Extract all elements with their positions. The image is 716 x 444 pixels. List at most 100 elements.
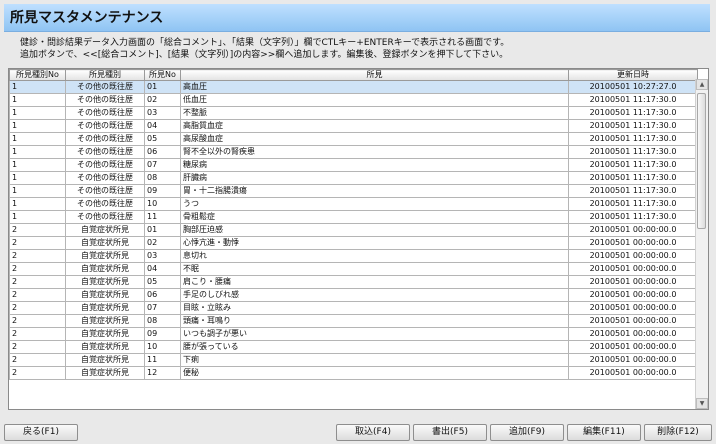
cell-updated[interactable]: 20100501 11:17:30.0 — [568, 145, 698, 159]
cell-type[interactable]: 自覚症状所見 — [65, 288, 145, 302]
cell-type[interactable]: その他の既往歴 — [65, 145, 145, 159]
cell-type-no[interactable]: 2 — [9, 353, 66, 367]
cell-type[interactable]: その他の既往歴 — [65, 171, 145, 185]
column-header-updated[interactable]: 更新日時 — [568, 69, 698, 81]
cell-finding[interactable]: 頭痛・耳鳴り — [180, 314, 569, 328]
vertical-scrollbar[interactable]: ▲ ▼ — [695, 79, 708, 409]
table-row[interactable]: 2 自覚症状所見 05 肩こり・腰痛 20100501 00:00:00.0 — [9, 275, 698, 289]
cell-finding[interactable]: 目眩・立眩み — [180, 301, 569, 315]
cell-type-no[interactable]: 2 — [9, 275, 66, 289]
cell-updated[interactable]: 20100501 00:00:00.0 — [568, 223, 698, 237]
cell-type[interactable]: その他の既往歴 — [65, 93, 145, 107]
export-button[interactable]: 書出(F5) — [413, 424, 487, 441]
cell-type[interactable]: 自覚症状所見 — [65, 366, 145, 380]
cell-updated[interactable]: 20100501 00:00:00.0 — [568, 288, 698, 302]
cell-updated[interactable]: 20100501 00:00:00.0 — [568, 249, 698, 263]
delete-button[interactable]: 削除(F12) — [644, 424, 712, 441]
cell-type[interactable]: その他の既往歴 — [65, 106, 145, 120]
cell-no[interactable]: 09 — [144, 184, 181, 198]
scrollbar-thumb[interactable] — [697, 93, 706, 229]
cell-finding[interactable]: 肩こり・腰痛 — [180, 275, 569, 289]
cell-finding[interactable]: 胃・十二指腸潰瘍 — [180, 184, 569, 198]
cell-no[interactable]: 01 — [144, 80, 181, 94]
table-row[interactable]: 1 その他の既往歴 03 不整脈 20100501 11:17:30.0 — [9, 106, 698, 120]
column-header-type[interactable]: 所見種別 — [65, 69, 145, 81]
cell-no[interactable]: 04 — [144, 262, 181, 276]
table-row[interactable]: 2 自覚症状所見 02 心悸亢進・動悸 20100501 00:00:00.0 — [9, 236, 698, 250]
cell-updated[interactable]: 20100501 00:00:00.0 — [568, 262, 698, 276]
cell-updated[interactable]: 20100501 00:00:00.0 — [568, 301, 698, 315]
cell-type[interactable]: その他の既往歴 — [65, 119, 145, 133]
cell-finding[interactable]: 息切れ — [180, 249, 569, 263]
cell-finding[interactable]: 心悸亢進・動悸 — [180, 236, 569, 250]
cell-type[interactable]: その他の既往歴 — [65, 158, 145, 172]
cell-no[interactable]: 12 — [144, 366, 181, 380]
cell-type-no[interactable]: 2 — [9, 288, 66, 302]
cell-finding[interactable]: いつも調子が悪い — [180, 327, 569, 341]
cell-type-no[interactable]: 2 — [9, 340, 66, 354]
table-row[interactable]: 2 自覚症状所見 01 胸部圧迫感 20100501 00:00:00.0 — [9, 223, 698, 237]
table-row[interactable]: 2 自覚症状所見 04 不眠 20100501 00:00:00.0 — [9, 262, 698, 276]
cell-no[interactable]: 08 — [144, 314, 181, 328]
cell-updated[interactable]: 20100501 00:00:00.0 — [568, 366, 698, 380]
cell-finding[interactable]: 手足のしびれ感 — [180, 288, 569, 302]
cell-type[interactable]: 自覚症状所見 — [65, 223, 145, 237]
cell-no[interactable]: 06 — [144, 288, 181, 302]
cell-type-no[interactable]: 2 — [9, 327, 66, 341]
cell-updated[interactable]: 20100501 00:00:00.0 — [568, 275, 698, 289]
table-row[interactable]: 1 その他の既往歴 04 高脂質血症 20100501 11:17:30.0 — [9, 119, 698, 133]
cell-finding[interactable]: 腎不全以外の腎疾患 — [180, 145, 569, 159]
cell-no[interactable]: 11 — [144, 353, 181, 367]
cell-no[interactable]: 03 — [144, 249, 181, 263]
cell-updated[interactable]: 20100501 11:17:30.0 — [568, 197, 698, 211]
cell-type[interactable]: 自覚症状所見 — [65, 301, 145, 315]
column-header-type-no[interactable]: 所見種別No — [9, 69, 66, 81]
cell-type-no[interactable]: 2 — [9, 262, 66, 276]
cell-updated[interactable]: 20100501 10:27:27.0 — [568, 80, 698, 94]
cell-finding[interactable]: 骨粗鬆症 — [180, 210, 569, 224]
cell-type-no[interactable]: 2 — [9, 236, 66, 250]
cell-type-no[interactable]: 1 — [9, 119, 66, 133]
cell-finding[interactable]: 下痢 — [180, 353, 569, 367]
table-row[interactable]: 1 その他の既往歴 06 腎不全以外の腎疾患 20100501 11:17:30.0 — [9, 145, 698, 159]
add-button[interactable]: 追加(F9) — [490, 424, 564, 441]
cell-type-no[interactable]: 2 — [9, 366, 66, 380]
cell-type-no[interactable]: 1 — [9, 80, 66, 94]
import-button[interactable]: 取込(F4) — [336, 424, 410, 441]
cell-updated[interactable]: 20100501 11:17:30.0 — [568, 106, 698, 120]
cell-no[interactable]: 02 — [144, 93, 181, 107]
cell-type-no[interactable]: 1 — [9, 197, 66, 211]
cell-finding[interactable]: 高尿酸血症 — [180, 132, 569, 146]
cell-no[interactable]: 10 — [144, 197, 181, 211]
table-row[interactable]: 1 その他の既往歴 05 高尿酸血症 20100501 11:17:30.0 — [9, 132, 698, 146]
edit-button[interactable]: 編集(F11) — [567, 424, 641, 441]
findings-grid[interactable]: 所見種別No 所見種別 所見No 所見 更新日時 1 その他の既往歴 01 高血圧 20… — [8, 68, 709, 410]
cell-finding[interactable]: 腰が張っている — [180, 340, 569, 354]
cell-updated[interactable]: 20100501 11:17:30.0 — [568, 93, 698, 107]
cell-type-no[interactable]: 1 — [9, 210, 66, 224]
table-row[interactable]: 2 自覚症状所見 11 下痢 20100501 00:00:00.0 — [9, 353, 698, 367]
cell-updated[interactable]: 20100501 00:00:00.0 — [568, 327, 698, 341]
cell-no[interactable]: 10 — [144, 340, 181, 354]
cell-no[interactable]: 07 — [144, 158, 181, 172]
cell-no[interactable]: 06 — [144, 145, 181, 159]
cell-type-no[interactable]: 1 — [9, 132, 66, 146]
cell-type-no[interactable]: 1 — [9, 93, 66, 107]
cell-type[interactable]: 自覚症状所見 — [65, 249, 145, 263]
cell-type[interactable]: 自覚症状所見 — [65, 353, 145, 367]
cell-updated[interactable]: 20100501 11:17:30.0 — [568, 171, 698, 185]
cell-type-no[interactable]: 1 — [9, 106, 66, 120]
cell-no[interactable]: 11 — [144, 210, 181, 224]
cell-updated[interactable]: 20100501 00:00:00.0 — [568, 340, 698, 354]
cell-updated[interactable]: 20100501 11:17:30.0 — [568, 119, 698, 133]
cell-type[interactable]: 自覚症状所見 — [65, 236, 145, 250]
cell-finding[interactable]: 低血圧 — [180, 93, 569, 107]
column-header-finding[interactable]: 所見 — [180, 69, 569, 81]
cell-type-no[interactable]: 2 — [9, 223, 66, 237]
table-row[interactable]: 2 自覚症状所見 06 手足のしびれ感 20100501 00:00:00.0 — [9, 288, 698, 302]
table-row[interactable]: 1 その他の既往歴 01 高血圧 20100501 10:27:27.0 — [9, 80, 698, 94]
cell-finding[interactable]: 肝臓病 — [180, 171, 569, 185]
cell-type[interactable]: 自覚症状所見 — [65, 275, 145, 289]
cell-no[interactable]: 01 — [144, 223, 181, 237]
cell-no[interactable]: 08 — [144, 171, 181, 185]
